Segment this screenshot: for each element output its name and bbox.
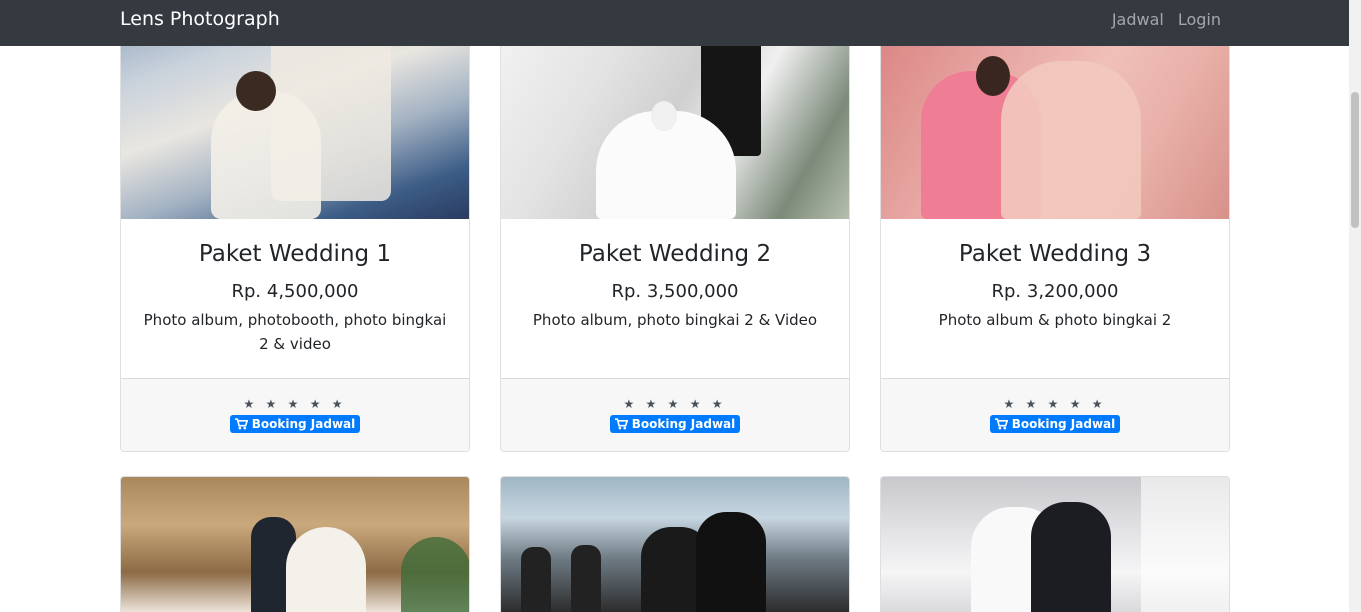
package-card-3: Paket Wedding 3 Rp. 3,200,000 Photo albu… xyxy=(880,0,1230,452)
package-card-body: Paket Wedding 1 Rp. 4,500,000 Photo albu… xyxy=(121,241,469,356)
package-description: Photo album, photobooth, photo bingkai 2… xyxy=(143,311,447,353)
booking-button-label: Booking Jadwal xyxy=(1011,417,1116,431)
booking-button[interactable]: Booking Jadwal xyxy=(989,415,1121,433)
package-price: Rp. 3,500,000 xyxy=(611,281,739,302)
rating-stars: ★ ★ ★ ★ ★ xyxy=(243,397,347,411)
booking-button[interactable]: Booking Jadwal xyxy=(229,415,361,433)
package-card-6 xyxy=(880,476,1230,612)
shopping-cart-icon xyxy=(614,418,628,430)
rating-stars: ★ ★ ★ ★ ★ xyxy=(623,397,727,411)
package-card-body: Paket Wedding 2 Rp. 3,500,000 Photo albu… xyxy=(501,241,849,332)
brand-link[interactable]: Lens Photograph xyxy=(120,8,280,30)
package-photo-5 xyxy=(501,477,849,612)
rating-stars: ★ ★ ★ ★ ★ xyxy=(1003,397,1107,411)
package-card-footer: ★ ★ ★ ★ ★ Booking Jadwal xyxy=(501,378,849,451)
nav-link-login[interactable]: Login xyxy=(1178,10,1221,29)
booking-button-label: Booking Jadwal xyxy=(251,417,356,431)
shopping-cart-icon xyxy=(234,418,248,430)
page-scrollbar[interactable] xyxy=(1349,0,1361,612)
nav-link-jadwal[interactable]: Jadwal xyxy=(1112,10,1164,29)
booking-button-label: Booking Jadwal xyxy=(631,417,736,431)
package-card-footer: ★ ★ ★ ★ ★ Booking Jadwal xyxy=(881,378,1229,451)
package-price: Rp. 3,200,000 xyxy=(991,281,1119,302)
package-description: Photo album & photo bingkai 2 xyxy=(938,311,1172,329)
package-photo-4 xyxy=(121,477,469,612)
package-card-5 xyxy=(500,476,850,612)
package-title: Paket Wedding 1 xyxy=(198,241,392,267)
shopping-cart-icon xyxy=(994,418,1008,430)
navbar: Lens Photograph Jadwal Login xyxy=(0,0,1349,46)
package-card-4 xyxy=(120,476,470,612)
package-card-body: Paket Wedding 3 Rp. 3,200,000 Photo albu… xyxy=(881,241,1229,332)
scrollbar-thumb[interactable] xyxy=(1351,92,1359,228)
booking-button[interactable]: Booking Jadwal xyxy=(609,415,741,433)
package-photo-6 xyxy=(881,477,1229,612)
package-title: Paket Wedding 2 xyxy=(578,241,772,267)
nav-links: Jadwal Login xyxy=(1112,10,1221,29)
package-description: Photo album, photo bingkai 2 & Video xyxy=(532,311,818,329)
package-card-footer: ★ ★ ★ ★ ★ Booking Jadwal xyxy=(121,378,469,451)
package-title: Paket Wedding 3 xyxy=(958,241,1152,267)
package-card-2: Paket Wedding 2 Rp. 3,500,000 Photo albu… xyxy=(500,0,850,452)
package-card-1: Paket Wedding 1 Rp. 4,500,000 Photo albu… xyxy=(120,0,470,452)
package-price: Rp. 4,500,000 xyxy=(231,281,359,302)
